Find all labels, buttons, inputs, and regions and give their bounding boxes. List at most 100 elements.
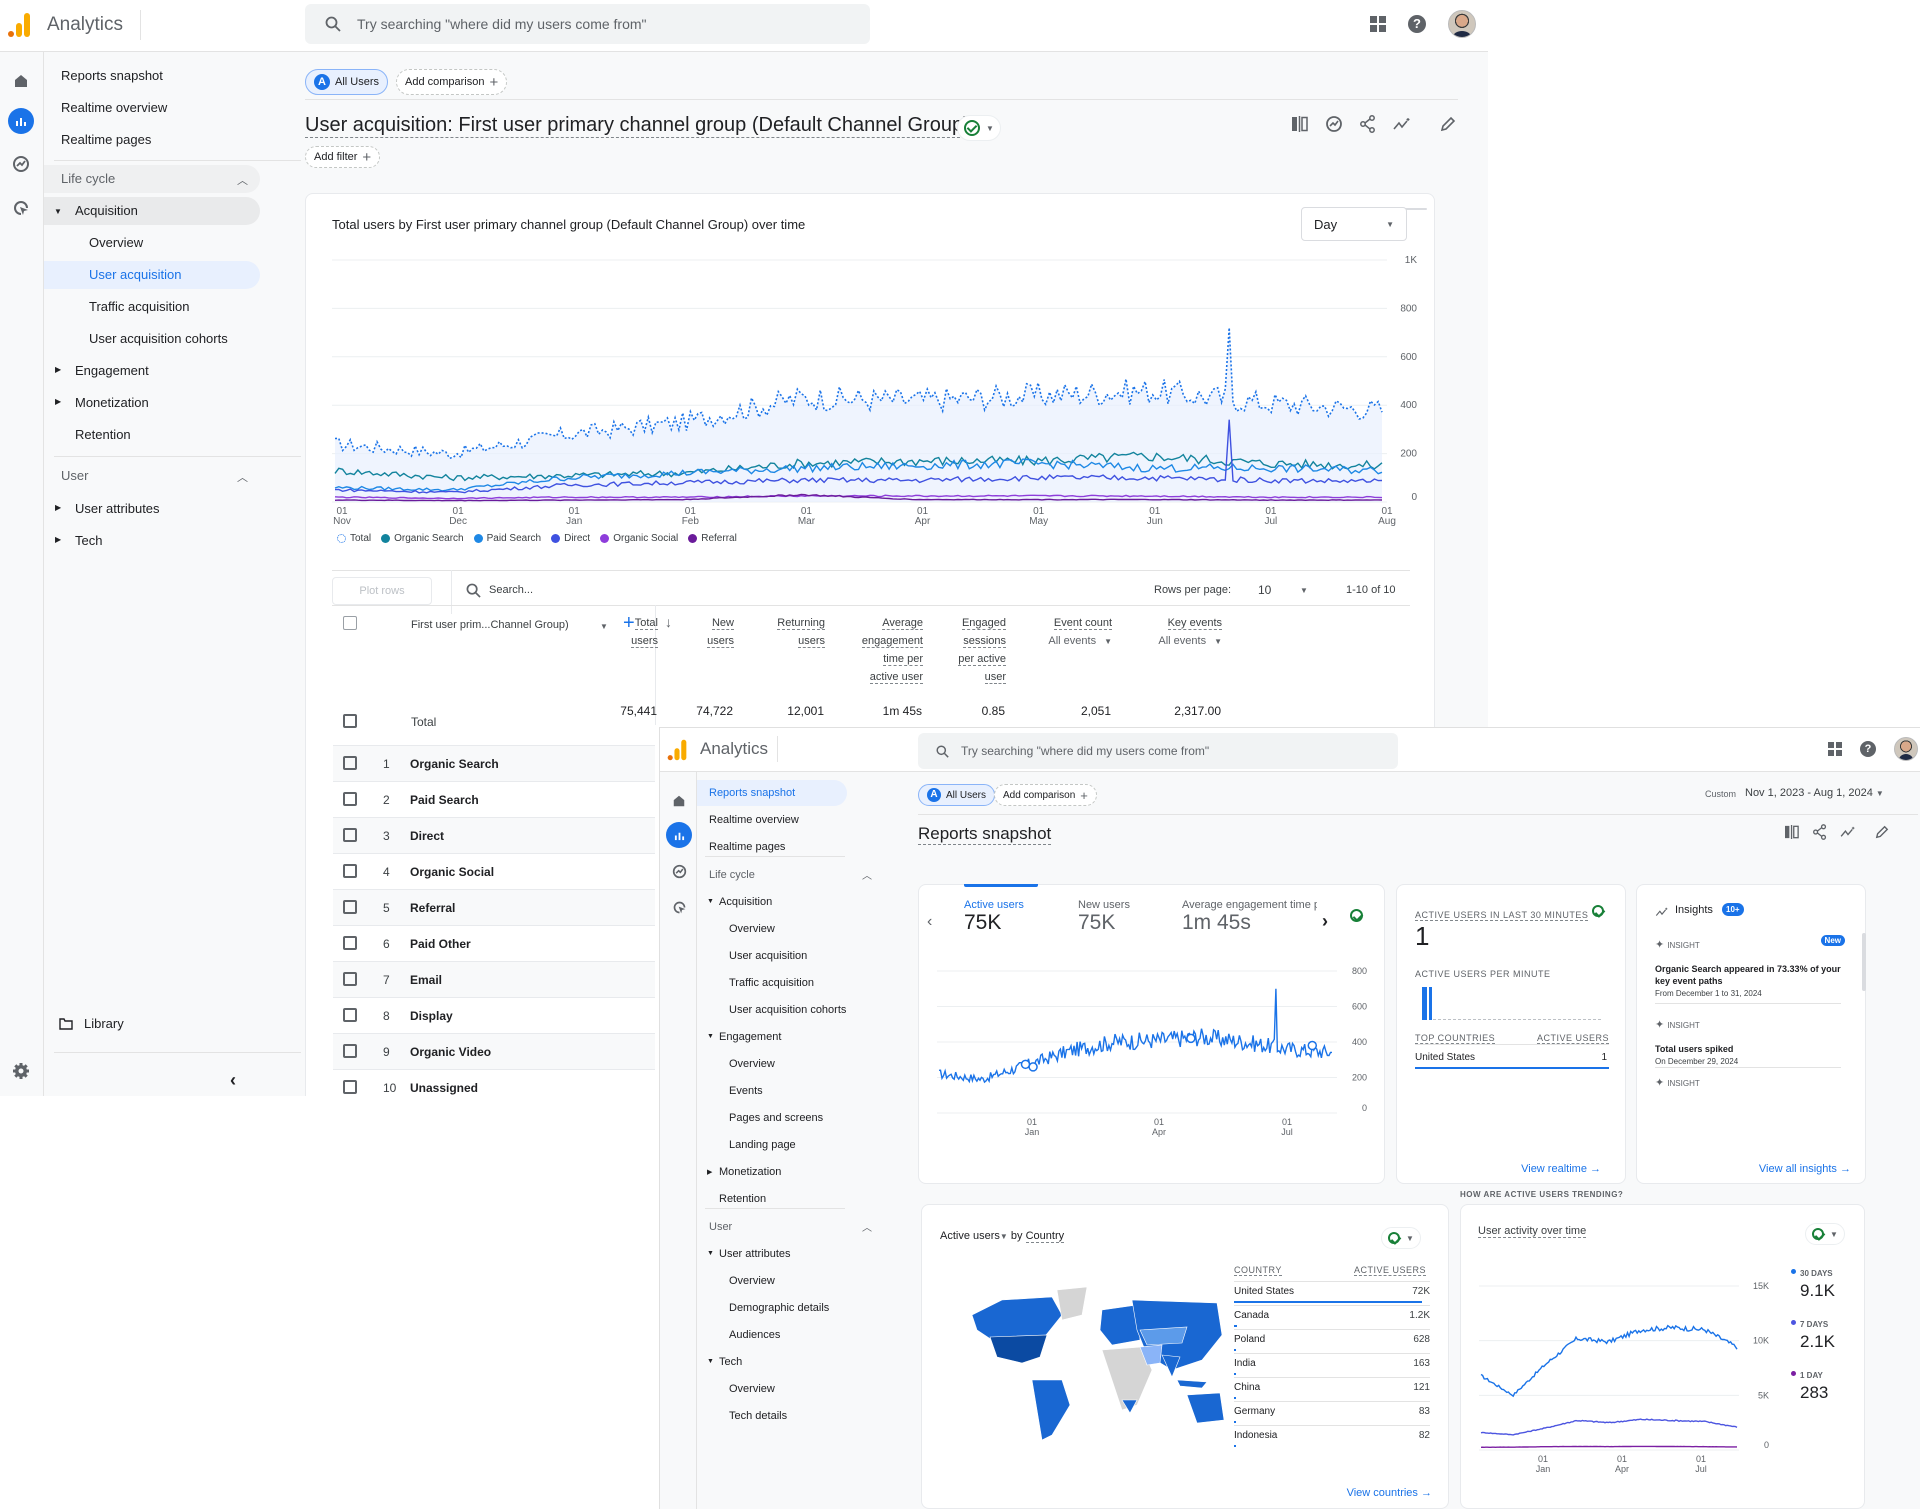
row-checkbox[interactable] (343, 1008, 357, 1022)
country-row[interactable]: Poland 628 (1234, 1331, 1430, 1353)
dimension-header[interactable]: First user prim...Channel Group) (411, 619, 569, 631)
nav-user-attributes-child[interactable]: Demographic details (729, 1295, 829, 1321)
share-icon[interactable] (1810, 822, 1830, 842)
compare-icon[interactable] (1290, 114, 1310, 134)
table-row[interactable]: 6 Paid Other (333, 925, 655, 961)
kpi-tab[interactable]: Average engagement time p 1m 45s (1182, 899, 1317, 935)
nav-engagement[interactable]: Engagement (719, 1024, 781, 1050)
nav-section-lifecycle[interactable]: Life cycle (709, 862, 755, 888)
country-row[interactable]: China 121 (1234, 1379, 1430, 1401)
table-row[interactable]: 4 Organic Social (333, 853, 655, 889)
nav-acquisition-child[interactable]: User acquisition cohorts (729, 997, 846, 1023)
map-region-central-asia[interactable] (1139, 1326, 1188, 1346)
nav-acquisition-child[interactable]: User acquisition (729, 943, 807, 969)
collapse-section-icon[interactable]: ︿ (862, 867, 872, 882)
date-range-picker[interactable]: Nov 1, 2023 - Aug 1, 2024 ▼ (1745, 787, 1884, 799)
country-row[interactable]: India 163 (1234, 1355, 1430, 1377)
nav-engagement-child[interactable]: Overview (729, 1051, 775, 1077)
edit-icon[interactable] (1438, 114, 1458, 134)
row-checkbox[interactable] (343, 900, 357, 914)
nav-user-acquisition[interactable]: User acquisition (44, 261, 260, 289)
advertising-icon[interactable] (8, 195, 34, 221)
nav-tech[interactable]: Tech (719, 1349, 742, 1375)
event-filter-select[interactable]: All events ▼ (1048, 635, 1112, 647)
nav-tech-child[interactable]: Overview (729, 1376, 775, 1402)
apps-grid-icon[interactable] (1370, 16, 1386, 32)
collapse-nav-icon[interactable]: ‹ (230, 1070, 236, 1091)
nav-realtime-overview[interactable]: Realtime overview (61, 94, 167, 122)
map-region-australia[interactable] (1186, 1392, 1225, 1424)
advertising-icon[interactable] (666, 894, 692, 920)
map-region-united-states[interactable] (989, 1334, 1048, 1364)
nav-section-lifecycle[interactable]: Life cycle (44, 165, 260, 193)
row-checkbox[interactable] (343, 972, 357, 986)
row-checkbox[interactable] (343, 828, 357, 842)
legend-item[interactable]: Direct (551, 533, 590, 544)
table-row[interactable]: 10 Unassigned (333, 1069, 655, 1096)
legend-item[interactable]: Organic Social (600, 533, 678, 544)
column-header[interactable]: Returning users (715, 614, 825, 650)
nav-user-attributes-child[interactable]: Overview (729, 1268, 775, 1294)
insight-item[interactable]: ✦ INSIGHT New Organic Search appeared in 7… (1655, 935, 1845, 1004)
legend-item[interactable]: Total (337, 533, 371, 544)
table-row[interactable]: 9 Organic Video (333, 1033, 655, 1069)
table-row[interactable]: 1 Organic Search (333, 745, 655, 781)
scrollbar[interactable] (1862, 933, 1866, 991)
select-all-checkbox[interactable] (343, 616, 357, 630)
insights-chart-icon[interactable] (1324, 114, 1344, 134)
explore-icon[interactable] (8, 151, 34, 177)
country-row[interactable]: Indonesia 82 (1234, 1427, 1430, 1449)
apps-grid-icon[interactable] (1828, 742, 1842, 756)
help-icon[interactable]: ? (1408, 15, 1426, 33)
country-row[interactable]: United States 72K (1234, 1283, 1430, 1305)
table-row[interactable]: 5 Referral (333, 889, 655, 925)
map-region-indonesia[interactable] (1176, 1379, 1208, 1389)
view-countries-link[interactable]: View countries → (1347, 1487, 1432, 1499)
nav-engagement-child[interactable]: Pages and screens (729, 1105, 823, 1131)
data-quality-chip[interactable]: ▼ (957, 115, 1001, 141)
nav-realtime-overview[interactable]: Realtime overview (709, 807, 799, 833)
anomaly-marker[interactable] (1028, 1062, 1038, 1072)
anomaly-marker[interactable] (1307, 1040, 1318, 1051)
nav-user-attributes[interactable]: User attributes (719, 1241, 791, 1267)
row-checkbox[interactable] (343, 1044, 357, 1058)
nav-traffic-acquisition[interactable]: Traffic acquisition (89, 293, 189, 321)
table-row[interactable]: 7 Email (333, 961, 655, 997)
event-filter-select[interactable]: All events ▼ (1158, 635, 1222, 647)
metric-selector[interactable]: Active users (940, 1230, 1000, 1242)
home-icon[interactable] (666, 788, 692, 814)
nav-user-acquisition-cohorts[interactable]: User acquisition cohorts (89, 325, 228, 353)
row-checkbox[interactable] (343, 936, 357, 950)
legend-item[interactable]: Referral (688, 533, 737, 544)
nav-acquisition[interactable]: Acquisition (44, 197, 260, 225)
nav-engagement-child[interactable]: Landing page (729, 1132, 796, 1158)
nav-monetization[interactable]: Monetization (719, 1159, 781, 1185)
map-region-south-america[interactable] (1031, 1379, 1071, 1441)
table-row[interactable]: 8 Display (333, 997, 655, 1033)
all-users-chip[interactable]: A All Users (918, 784, 996, 806)
series-line-30-days[interactable] (1480, 1324, 1738, 1398)
reports-icon[interactable] (666, 822, 692, 848)
add-comparison-button[interactable]: Add comparison + (994, 784, 1097, 806)
series-line-7-days[interactable] (1480, 1418, 1738, 1436)
nav-acquisition[interactable]: Acquisition (719, 889, 772, 915)
nav-realtime-pages[interactable]: Realtime pages (61, 126, 151, 154)
legend-item[interactable]: Paid Search (473, 533, 541, 544)
column-header[interactable]: Event count All events ▼ (1002, 614, 1112, 651)
nav-library[interactable]: Library (84, 1010, 124, 1038)
data-quality-chip[interactable]: ▼ (1381, 1227, 1421, 1249)
account-avatar[interactable] (1894, 737, 1918, 761)
collapse-user-icon[interactable]: ︿ (237, 469, 248, 485)
anomaly-marker[interactable] (1186, 1033, 1196, 1044)
dropdown-arrow-icon[interactable]: ▼ (1000, 1232, 1008, 1241)
nav-section-user[interactable]: User (709, 1214, 732, 1240)
data-quality-chip[interactable] (1347, 903, 1371, 927)
row-checkbox[interactable] (343, 792, 357, 806)
analytics-logo[interactable] (667, 739, 687, 761)
plot-rows-button[interactable]: Plot rows (332, 577, 432, 605)
search-input[interactable]: Try searching "where did my users come f… (918, 733, 1398, 769)
total-row-checkbox[interactable] (343, 714, 357, 728)
all-users-chip[interactable]: A All Users (305, 69, 389, 95)
row-checkbox[interactable] (343, 864, 357, 878)
reports-icon[interactable] (8, 108, 34, 134)
